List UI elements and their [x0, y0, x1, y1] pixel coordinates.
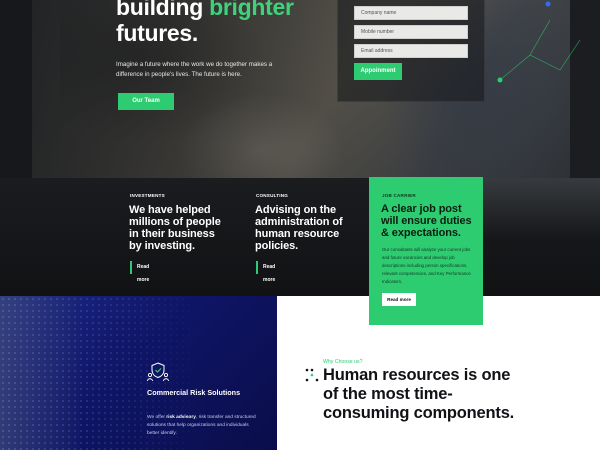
- card-title: A clear job post will ensure duties & ex…: [381, 203, 472, 239]
- dots-grid-icon: [305, 368, 319, 382]
- company-name-field[interactable]: Company name: [354, 6, 468, 20]
- shield-people-icon: [147, 362, 169, 382]
- why-title: Human resources is one of the most time-…: [323, 366, 515, 422]
- appointment-form: Company name Mobile number Email address…: [337, 0, 485, 102]
- card-title: Advising on the administration of human …: [255, 204, 343, 252]
- card-tag: CONSULTING: [256, 193, 289, 198]
- promo-body: We offer risk advisory, risk transfer an…: [147, 414, 257, 438]
- card-tag: INVESTMENTS: [130, 193, 165, 198]
- hero-description: Imagine a future where the work we do to…: [116, 61, 273, 78]
- read-more-link[interactable]: Read more: [130, 261, 149, 283]
- services-row: INVESTMENTS We have helped millions of p…: [0, 178, 600, 296]
- cards-background-sheen: [480, 178, 600, 238]
- our-team-button[interactable]: Our Team: [118, 93, 174, 110]
- appointment-button[interactable]: Appoinment: [354, 63, 402, 80]
- hero-section: building brighter futures. Imagine a fut…: [0, 0, 600, 178]
- card-title: We have helped millions of people in the…: [129, 204, 221, 252]
- card-tag: JOB CARRIER: [382, 193, 416, 198]
- email-address-field[interactable]: Email address: [354, 44, 468, 58]
- hero-title-part2: futures.: [116, 20, 198, 46]
- network-graphic: [497, 1, 581, 83]
- job-carrier-card: JOB CARRIER A clear job post will ensure…: [369, 177, 483, 325]
- promo-body-bold: risk advisory: [166, 415, 196, 420]
- read-more-link[interactable]: Read more: [256, 261, 275, 283]
- hero-title: building brighter futures.: [116, 0, 366, 46]
- hero-left-edge: [0, 0, 32, 178]
- risk-solutions-panel: Commercial Risk Solutions We offer risk …: [0, 296, 277, 450]
- promo-body-pre: We offer: [147, 415, 167, 420]
- why-choose-label: Why Choose us?: [323, 359, 363, 365]
- hero-title-accent: brighter: [209, 0, 294, 20]
- read-more-button[interactable]: Read more: [382, 293, 416, 306]
- promo-title: Commercial Risk Solutions: [147, 388, 241, 397]
- hero-title-part1: building: [116, 0, 210, 20]
- card-body: Our consultants will analyze your curren…: [382, 247, 471, 284]
- mobile-number-field[interactable]: Mobile number: [354, 25, 468, 39]
